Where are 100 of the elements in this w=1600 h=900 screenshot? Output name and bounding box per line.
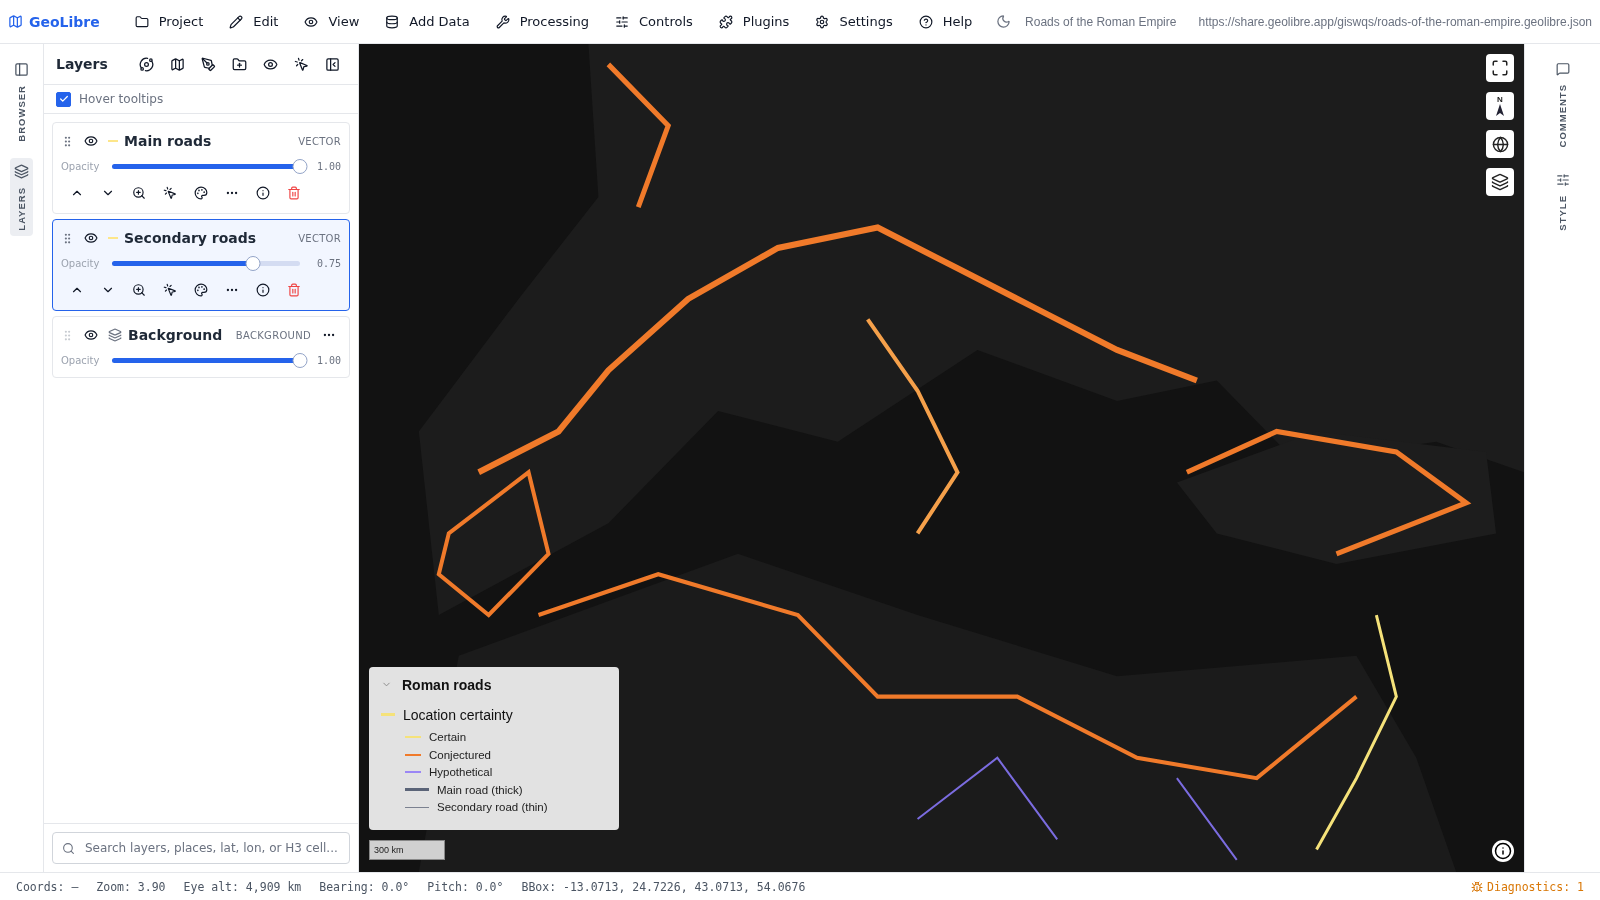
panel-title: Layers [56, 56, 109, 72]
menu-item[interactable]: View [291, 6, 373, 37]
opacity-label: Opacity [61, 354, 100, 366]
app-logo[interactable]: GeoLibre [8, 13, 100, 30]
eye-icon [304, 14, 319, 29]
trash-icon [286, 283, 301, 297]
settings-icon [815, 14, 830, 29]
menu-item[interactable]: Edit [216, 6, 292, 37]
menu-item[interactable]: Project [121, 6, 217, 37]
opacity-value: 1.00 [315, 354, 341, 366]
menu-item[interactable]: Settings [802, 6, 906, 37]
pencil-icon [229, 14, 244, 29]
opacity-label: Opacity [61, 160, 100, 172]
layers-icon [108, 328, 122, 342]
layer-card[interactable]: Background BACKGROUND Opacity 1.00 [52, 316, 350, 378]
opacity-label: Opacity [61, 257, 100, 269]
search-field[interactable]: Search layers, places, lat, lon, or H3 cell... [52, 832, 350, 864]
document-title: Roads of the Roman Empire [1025, 14, 1177, 29]
zoom-in-icon [131, 283, 146, 297]
side-tab[interactable]: LAYERS [10, 157, 33, 237]
layer-name: Background [128, 327, 224, 343]
menu-item[interactable]: Controls [602, 6, 706, 37]
legend-group-label: Location certainty [403, 706, 513, 723]
sliders-icon [615, 14, 630, 29]
layer-type: VECTOR [298, 232, 341, 244]
layer-card[interactable]: Main roads VECTOR Opacity 1.00 [52, 122, 350, 214]
layers-icon [1491, 173, 1509, 191]
globe-icon [1491, 135, 1509, 153]
trash-icon [286, 186, 301, 200]
line-swatch [108, 140, 118, 142]
check-icon [58, 94, 69, 104]
orbit-icon [139, 56, 154, 72]
opacity-value: 1.00 [315, 160, 341, 172]
collapse-panel-icon [325, 56, 340, 72]
comment-icon [1555, 62, 1570, 76]
info-icon [255, 283, 270, 297]
status-item: Pitch: 0.0° [427, 879, 504, 894]
side-tab-label: BROWSER [16, 85, 27, 142]
checkbox-label: Hover tooltips [79, 92, 164, 106]
map-icon [8, 14, 23, 29]
fullscreen-icon [1491, 59, 1509, 77]
info-icon [255, 186, 270, 200]
pointer-click-icon [294, 56, 309, 72]
status-item: BBox: -13.0713, 24.7226, 43.0713, 54.0676 [521, 879, 806, 894]
pointer-click-icon [162, 186, 177, 200]
compass-button[interactable]: N [1486, 92, 1514, 120]
legend-label: Conjectured [429, 748, 491, 761]
puzzle-icon [718, 14, 733, 29]
zoom-in-icon [131, 186, 146, 200]
status-item: Zoom: 3.90 [96, 879, 166, 894]
menu-item[interactable]: Add Data [372, 6, 483, 37]
wrench-icon [495, 14, 510, 29]
legend-label: Hypothetical [429, 766, 493, 779]
scale-bar: 300 km [369, 840, 445, 860]
map-icon [170, 56, 185, 72]
panel-icon [14, 62, 29, 77]
side-tab-label: LAYERS [16, 186, 27, 231]
side-tab[interactable]: BROWSER [10, 56, 33, 148]
line-swatch [108, 237, 118, 239]
layers-button[interactable] [1486, 168, 1514, 196]
layer-name: Secondary roads [124, 230, 258, 246]
side-tab[interactable]: STYLE [1551, 167, 1574, 238]
bug-icon [1471, 880, 1484, 893]
globe-button[interactable] [1486, 130, 1514, 158]
search-icon [62, 841, 75, 855]
compass-needle-icon [1496, 104, 1504, 116]
layer-type: VECTOR [298, 135, 341, 147]
eye-icon [263, 56, 278, 72]
opacity-value: 0.75 [315, 257, 341, 269]
help-icon [918, 14, 933, 29]
palette-icon [193, 186, 208, 200]
app-name: GeoLibre [29, 13, 100, 30]
legend-label: Secondary road (thin) [437, 801, 548, 814]
status-item: Coords: — [16, 879, 79, 894]
sliders-icon [1555, 173, 1570, 188]
layer-name: Main roads [124, 133, 213, 149]
status-item: Bearing: 0.0° [319, 879, 410, 894]
side-tab[interactable]: COMMENTS [1551, 56, 1574, 154]
folder-plus-icon [232, 56, 247, 72]
menu-item[interactable]: Processing [482, 6, 603, 37]
pen-icon [201, 56, 216, 72]
palette-icon [193, 283, 208, 297]
side-tab-label: STYLE [1557, 195, 1568, 232]
menu-item[interactable]: Help [905, 6, 986, 37]
status-item: Eye alt: 4,909 km [183, 879, 302, 894]
checkbox[interactable] [56, 91, 71, 107]
side-tab-label: COMMENTS [1557, 84, 1568, 148]
compass-label: N [1497, 96, 1503, 104]
legend-label: Main road (thick) [437, 783, 523, 796]
info-icon [1494, 842, 1512, 860]
database-icon [385, 14, 400, 29]
menu-item[interactable]: Plugins [705, 6, 803, 37]
share-url[interactable]: https://share.geolibre.app/giswqs/roads-of-the-roman-empire.geolibre.json [1198, 14, 1592, 29]
layer-type: BACKGROUND [235, 329, 311, 341]
folder-icon [134, 14, 149, 29]
layer-card[interactable]: Secondary roads VECTOR Opacity 0.75 [52, 219, 350, 311]
pointer-click-icon [162, 283, 177, 297]
theme-toggle-icon[interactable] [996, 14, 1012, 29]
fullscreen-button[interactable] [1486, 54, 1514, 82]
legend-title: Roman roads [402, 676, 492, 693]
